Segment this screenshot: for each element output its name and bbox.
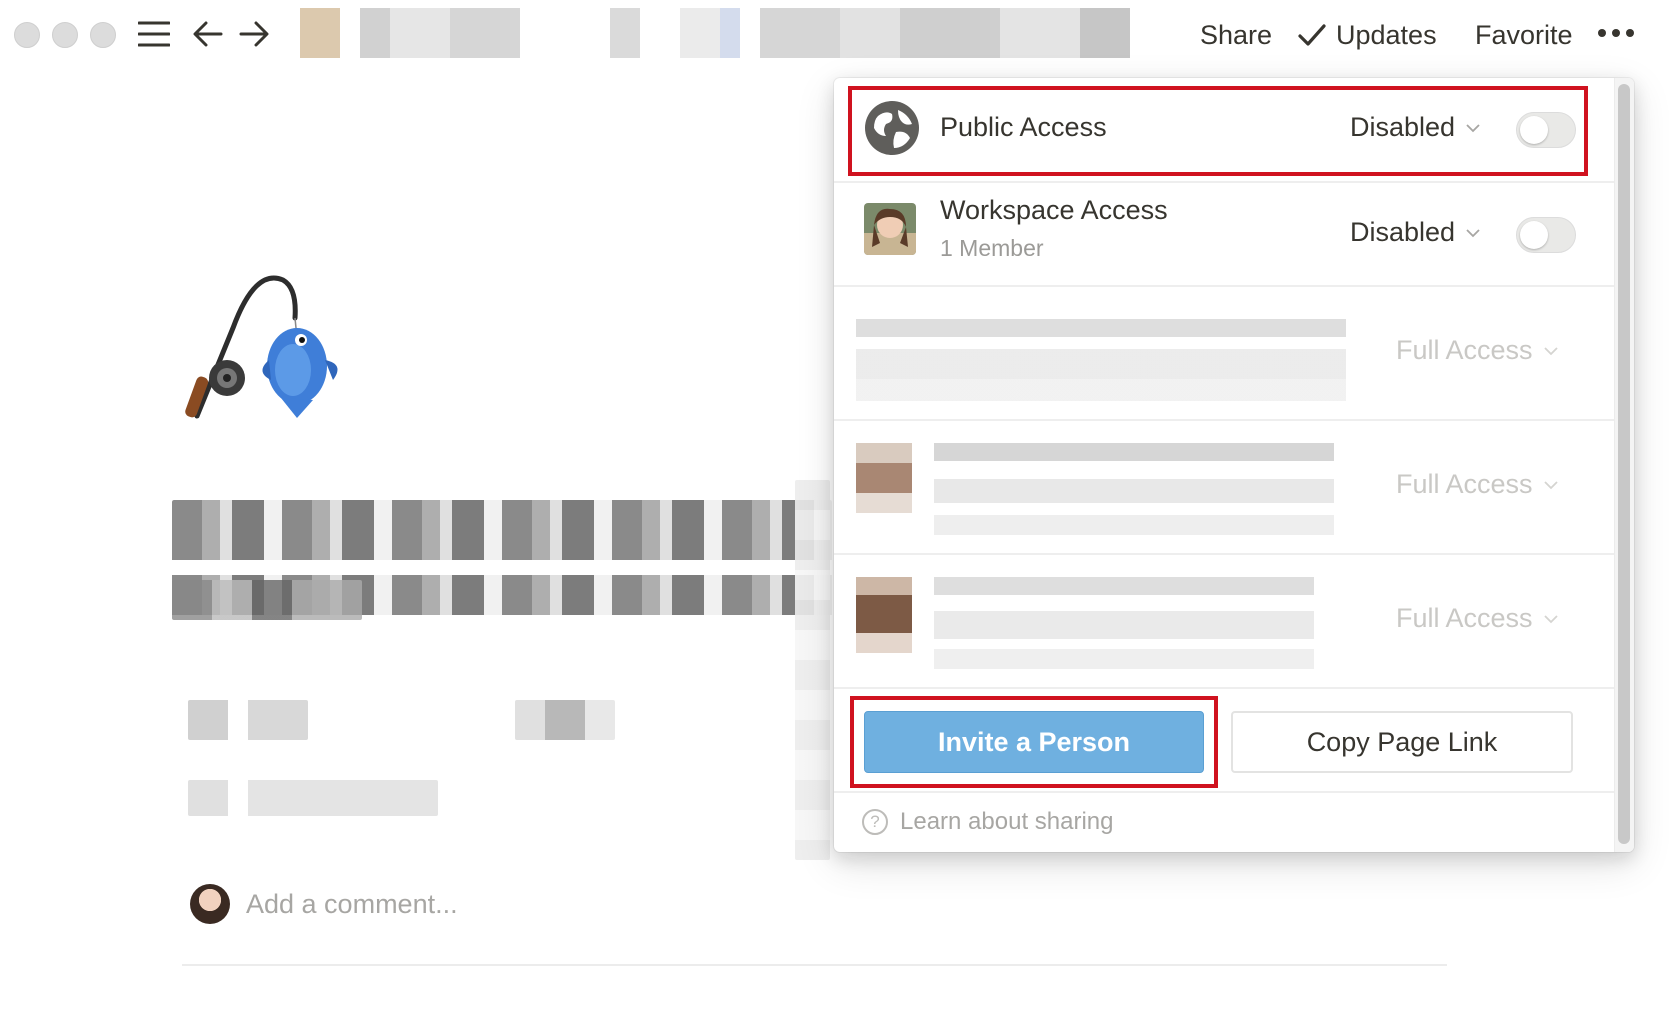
public-access-row: Public Access Disabled (834, 78, 1614, 183)
chevron-down-icon (1543, 614, 1558, 623)
updates-label: Updates (1336, 20, 1437, 50)
comment-input[interactable]: Add a comment... (246, 889, 458, 920)
property-value-redacted (515, 700, 615, 740)
forward-arrow-icon[interactable] (236, 14, 272, 54)
copy-page-link-button[interactable]: Copy Page Link (1231, 711, 1573, 773)
member-info-redacted (934, 443, 1334, 535)
breadcrumb-redacted (300, 8, 1130, 58)
member-access-dropdown[interactable]: Full Access (1396, 603, 1559, 634)
back-arrow-icon[interactable] (190, 14, 226, 54)
fishing-pole-emoji-icon[interactable] (185, 268, 355, 428)
checkmark-icon (1298, 24, 1326, 46)
chevron-down-icon (1543, 346, 1558, 355)
member-avatar-redacted (856, 577, 912, 653)
chevron-down-icon (1543, 480, 1558, 489)
member-row: Full Access (834, 421, 1614, 555)
workspace-access-title: Workspace Access (940, 195, 1168, 225)
member-access-level: Full Access (1396, 469, 1533, 499)
top-bar: Share Updates Favorite (0, 0, 1670, 70)
globe-icon (864, 100, 920, 161)
workspace-access-row: Workspace Access 1 Member Disabled (834, 183, 1614, 287)
content-redacted (795, 480, 830, 860)
chevron-down-icon (1466, 123, 1480, 132)
member-access-level: Full Access (1396, 335, 1533, 365)
workspace-member-count: 1 Member (940, 235, 1044, 261)
divider (834, 791, 1614, 793)
public-access-dropdown[interactable]: Disabled (1350, 112, 1481, 143)
share-button[interactable]: Share (1200, 15, 1272, 55)
property-redacted (188, 700, 308, 740)
divider (182, 964, 1447, 966)
favorite-button[interactable]: Favorite (1475, 15, 1573, 55)
member-info-redacted (934, 577, 1314, 669)
window-minimize-button[interactable] (52, 22, 78, 48)
workspace-access-status: Disabled (1350, 217, 1456, 247)
window-zoom-button[interactable] (90, 22, 116, 48)
member-access-dropdown[interactable]: Full Access (1396, 335, 1559, 366)
share-menu: Public Access Disabled Workspace Access … (834, 78, 1634, 852)
workspace-access-toggle[interactable] (1516, 217, 1576, 253)
member-info-redacted (856, 309, 1346, 401)
workspace-access-dropdown[interactable]: Disabled (1350, 217, 1481, 248)
member-row: Full Access (834, 287, 1614, 421)
more-options-icon[interactable] (1598, 18, 1638, 48)
public-access-title: Public Access (940, 112, 1107, 142)
window-close-button[interactable] (14, 22, 40, 48)
page-title-redacted-line2 (172, 580, 362, 620)
learn-about-sharing-label: Learn about sharing (900, 808, 1114, 835)
public-access-toggle[interactable] (1516, 112, 1576, 148)
chevron-down-icon (1466, 228, 1480, 237)
comment-row[interactable]: Add a comment... (190, 882, 458, 926)
workspace-avatar (864, 203, 916, 255)
user-avatar (190, 884, 230, 924)
public-access-status: Disabled (1350, 112, 1456, 142)
question-mark-icon: ? (862, 809, 888, 835)
member-row: Full Access (834, 555, 1614, 689)
hamburger-menu-icon[interactable] (136, 14, 172, 54)
member-avatar-redacted (856, 443, 912, 513)
invite-person-button[interactable]: Invite a Person (864, 711, 1204, 773)
scrollbar-thumb[interactable] (1618, 84, 1630, 844)
learn-about-sharing-link[interactable]: ? Learn about sharing (862, 808, 1114, 836)
property-redacted-2 (188, 780, 438, 816)
updates-button[interactable]: Updates (1298, 15, 1437, 55)
member-access-dropdown[interactable]: Full Access (1396, 469, 1559, 500)
member-access-level: Full Access (1396, 603, 1533, 633)
